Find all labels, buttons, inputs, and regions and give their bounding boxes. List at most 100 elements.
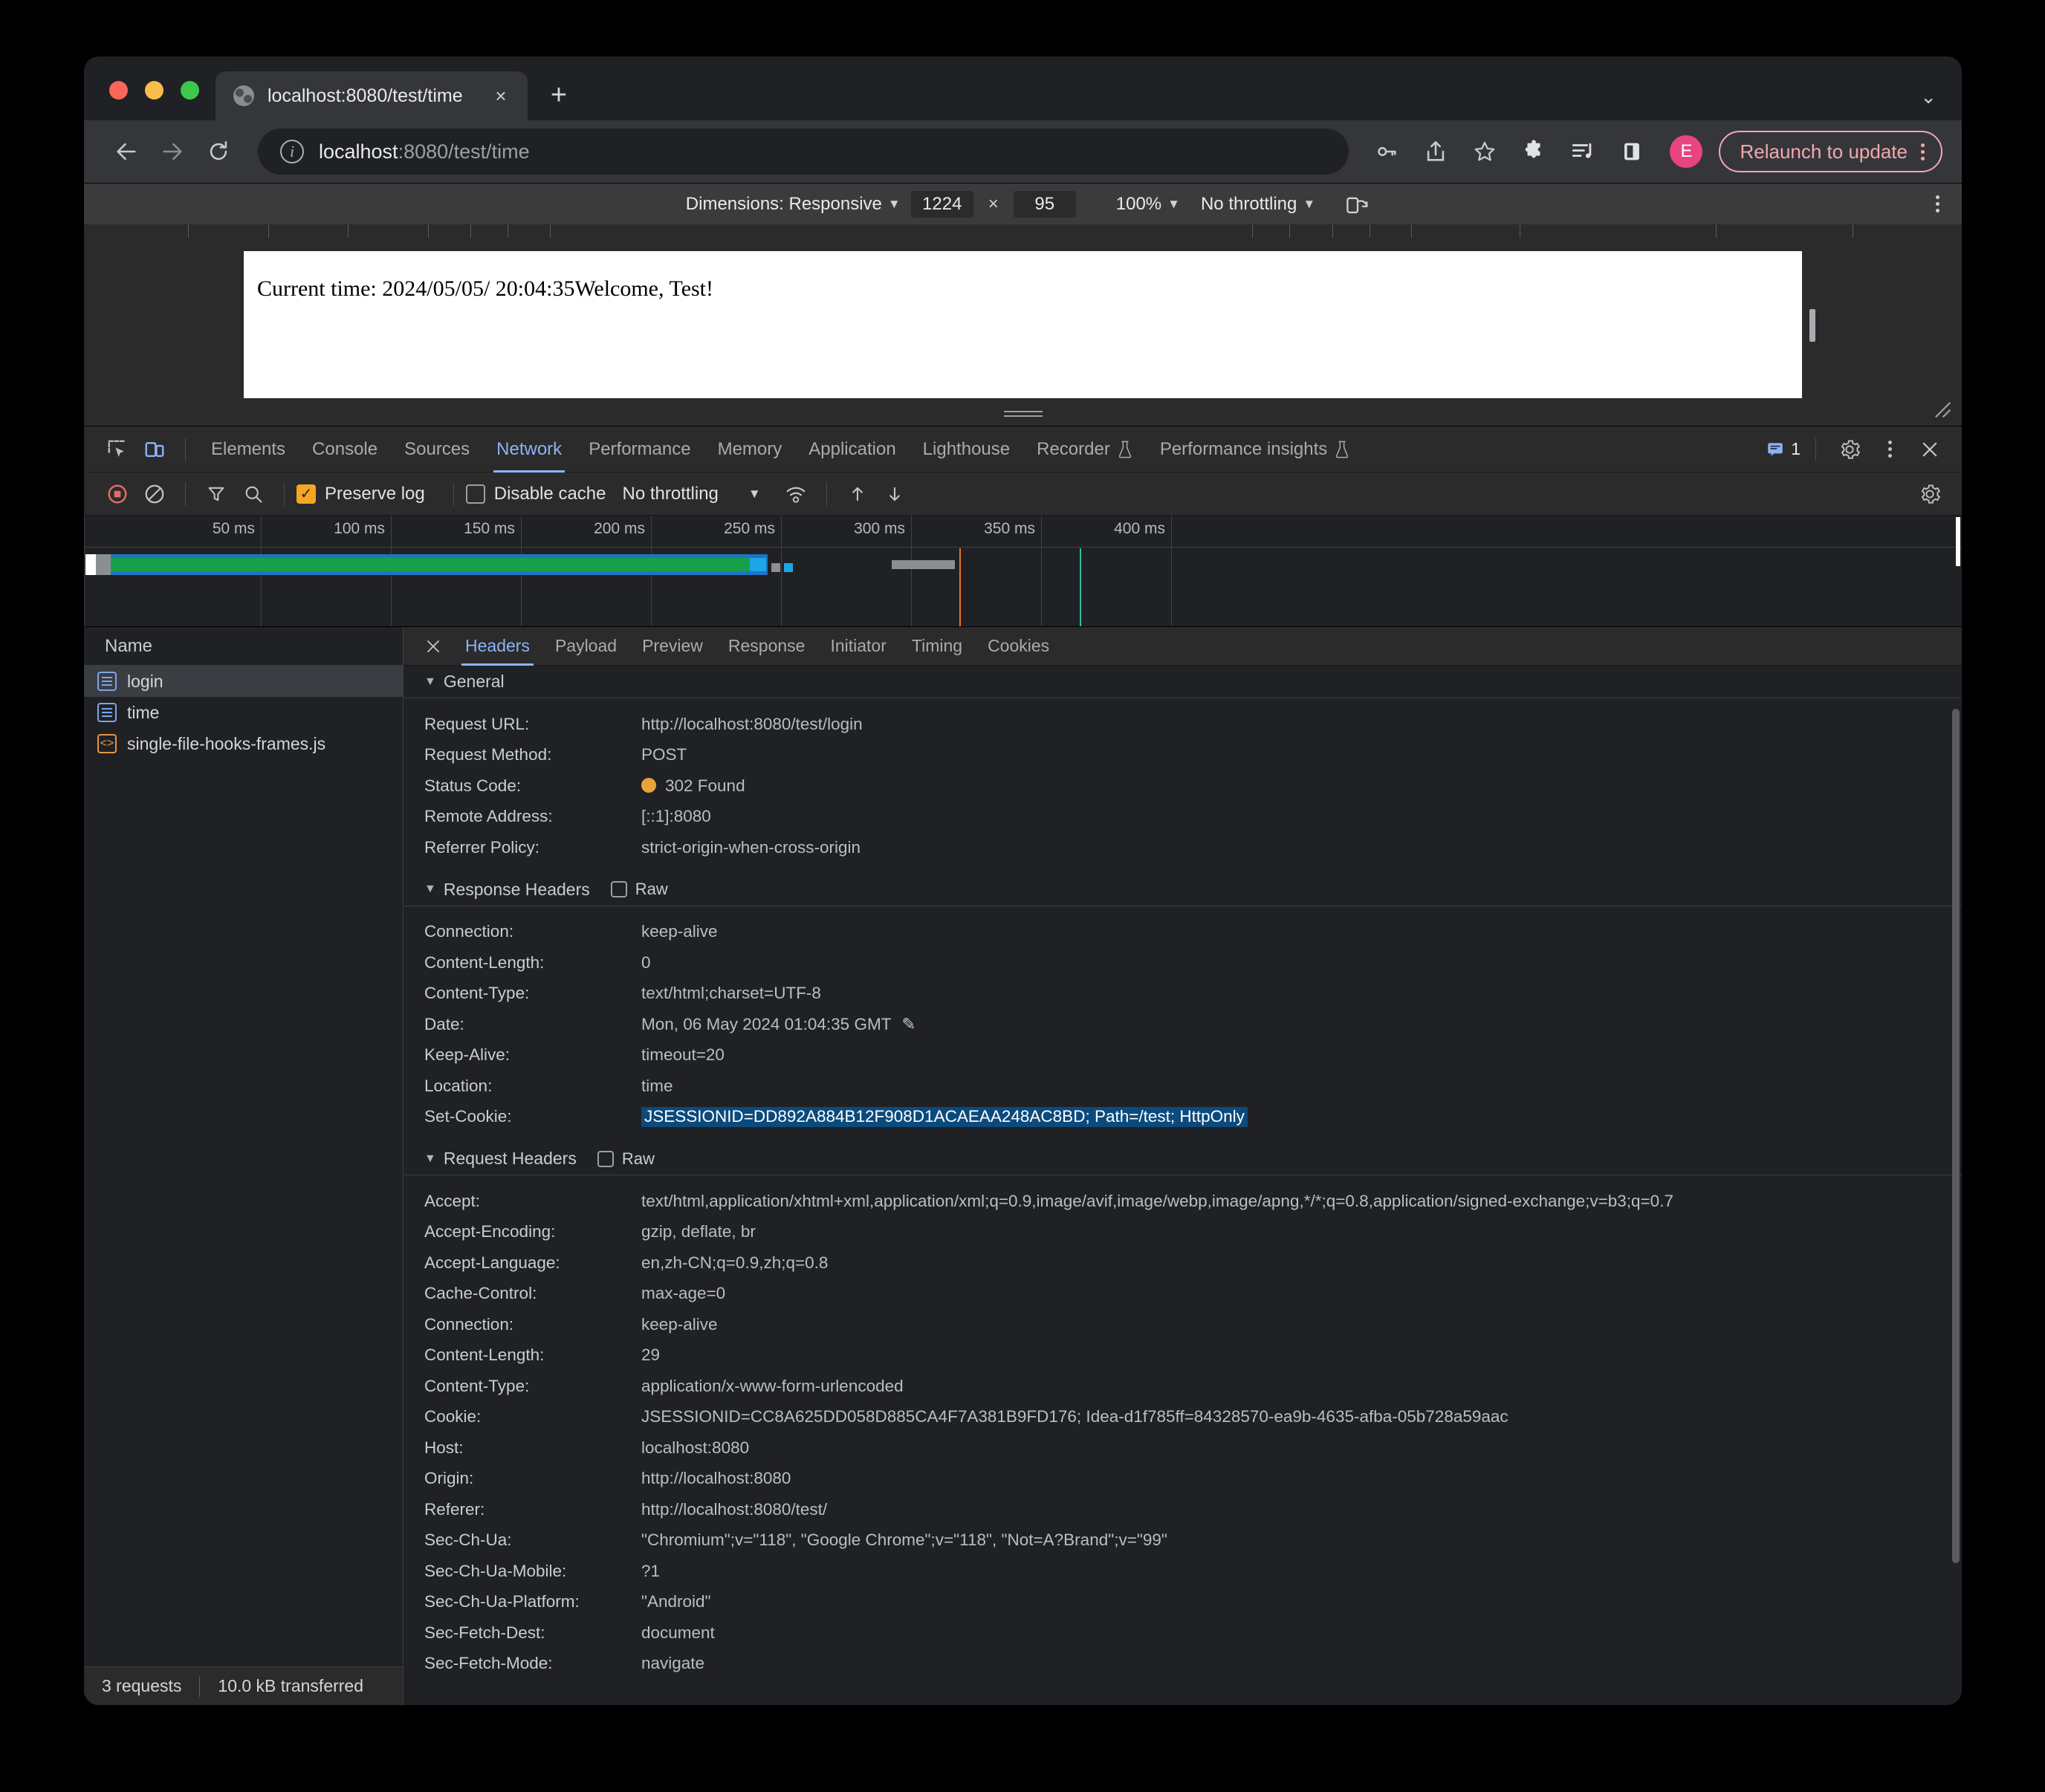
device-toolbar-menu-icon[interactable]	[1936, 195, 1939, 212]
forward-button[interactable]	[149, 129, 195, 175]
browser-tab[interactable]: localhost:8080/test/time ×	[215, 71, 528, 120]
network-conditions-icon[interactable]	[777, 475, 814, 513]
detail-scrollbar[interactable]	[1952, 709, 1960, 1563]
chevron-down-icon[interactable]: ⌄	[1920, 85, 1937, 108]
address-bar[interactable]: i localhost:8080/test/time	[258, 129, 1349, 175]
record-network-log-icon[interactable]	[99, 475, 136, 513]
header-value: timeout=20	[641, 1045, 725, 1064]
tab-sources[interactable]: Sources	[391, 426, 483, 473]
tab-cookies[interactable]: Cookies	[975, 627, 1062, 666]
avatar[interactable]: E	[1670, 135, 1703, 168]
tab-preview[interactable]: Preview	[629, 627, 716, 666]
tab-recorder[interactable]: Recorder	[1023, 426, 1147, 473]
settings-gear-icon[interactable]	[1831, 431, 1868, 468]
viewport-resize-corner[interactable]	[1932, 399, 1951, 418]
section-header-response-headers[interactable]: ▼ Response Headers Raw	[404, 874, 1962, 906]
network-overview-timeline[interactable]: 50 ms 100 ms 150 ms 200 ms 250 ms 300 ms…	[84, 516, 1962, 627]
header-name: Cookie:	[424, 1407, 482, 1426]
tick-label: 150 ms	[464, 520, 515, 537]
viewport-resize-handle-right[interactable]	[1809, 309, 1815, 342]
close-devtools-icon[interactable]	[1911, 431, 1948, 468]
toggle-device-toolbar-icon[interactable]	[136, 431, 173, 468]
header-row: Content-Length: 0	[404, 947, 1962, 978]
devtools-more-menu-icon[interactable]	[1871, 431, 1908, 468]
tab-performance[interactable]: Performance	[575, 426, 704, 473]
table-row[interactable]: login	[84, 666, 403, 697]
search-icon[interactable]	[235, 475, 272, 513]
header-value: Mon, 06 May 2024 01:04:35 GMT ✎	[641, 1016, 915, 1033]
maximize-window-button[interactable]	[181, 81, 199, 100]
tab-elements[interactable]: Elements	[198, 426, 299, 473]
console-message-badge[interactable]: 1	[1766, 439, 1801, 459]
headers-content: ▼ General Request URL: http://localhost:…	[404, 666, 1962, 1705]
export-har-icon[interactable]	[876, 475, 913, 513]
section-header-request-headers[interactable]: ▼ Request Headers Raw	[404, 1143, 1962, 1175]
network-settings-gear-icon[interactable]	[1911, 475, 1948, 513]
side-panel-icon[interactable]	[1610, 130, 1653, 173]
tab-timing[interactable]: Timing	[899, 627, 975, 666]
header-value-selected[interactable]: JSESSIONID=DD892A884B12F908D1ACAEAA248AC…	[641, 1107, 1248, 1127]
relaunch-to-update-button[interactable]: Relaunch to update	[1719, 131, 1942, 172]
device-dimensions-select[interactable]: Dimensions: Responsive ▼	[675, 194, 911, 215]
divider	[453, 481, 454, 506]
tab-headers[interactable]: Headers	[453, 627, 542, 666]
tab-application[interactable]: Application	[795, 426, 909, 473]
header-row: Accept-Language: en,zh-CN;q=0.9,zh;q=0.8	[404, 1247, 1962, 1279]
section-header-general[interactable]: ▼ General	[404, 666, 1962, 698]
edit-pencil-icon[interactable]: ✎	[901, 1015, 915, 1033]
tab-console[interactable]: Console	[299, 426, 391, 473]
header-row: Accept: text/html,application/xhtml+xml,a…	[404, 1186, 1962, 1217]
tick-label: 250 ms	[724, 520, 775, 537]
viewport-resize-handle-bottom[interactable]	[1003, 411, 1043, 418]
disable-cache-checkbox[interactable]: Disable cache	[465, 484, 606, 504]
site-info-icon[interactable]: i	[280, 140, 304, 163]
table-row[interactable]: <> single-file-hooks-frames.js	[84, 728, 403, 759]
chevron-down-icon: ▼	[887, 196, 901, 211]
extensions-puzzle-icon[interactable]	[1512, 130, 1555, 173]
tab-initiator[interactable]: Initiator	[817, 627, 898, 666]
share-icon[interactable]	[1414, 130, 1457, 173]
tab-response[interactable]: Response	[716, 627, 818, 666]
browser-window: localhost:8080/test/time × + ⌄ i localho…	[84, 56, 1962, 1705]
minimize-window-button[interactable]	[145, 81, 163, 100]
address-bar-url: localhost:8080/test/time	[319, 140, 530, 163]
preserve-log-checkbox[interactable]: ✓ Preserve log	[296, 484, 425, 504]
header-value[interactable]: http://localhost:8080/test/login	[641, 715, 863, 733]
tab-lighthouse[interactable]: Lighthouse	[910, 426, 1023, 473]
clear-network-log-icon[interactable]	[136, 475, 173, 513]
bookmark-star-icon[interactable]	[1463, 130, 1506, 173]
tab-payload[interactable]: Payload	[542, 627, 629, 666]
network-throttling-select[interactable]: No throttling ▼	[622, 484, 760, 504]
table-row[interactable]: time	[84, 697, 403, 728]
device-width-input[interactable]: 1224	[910, 190, 973, 218]
chrome-menu-kebab-icon[interactable]	[1921, 143, 1925, 160]
back-button[interactable]	[103, 129, 149, 175]
raw-toggle-response[interactable]: Raw	[610, 880, 668, 899]
raw-toggle-request[interactable]: Raw	[597, 1149, 655, 1169]
overview-right-handle[interactable]	[1956, 517, 1960, 566]
import-har-icon[interactable]	[839, 475, 876, 513]
checkbox-unchecked-icon	[610, 881, 627, 897]
header-row: Origin: http://localhost:8080	[404, 1464, 1962, 1495]
filter-icon[interactable]	[198, 475, 235, 513]
header-value: strict-origin-when-cross-origin	[641, 837, 861, 857]
device-height-input[interactable]: 95	[1013, 190, 1076, 218]
tab-label: Application	[808, 438, 896, 459]
request-list-header[interactable]: Name	[84, 627, 403, 666]
close-icon[interactable]: ×	[487, 82, 514, 109]
chevron-down-icon: ▼	[1303, 196, 1316, 211]
close-detail-pane-icon[interactable]	[414, 627, 453, 666]
new-tab-button[interactable]: +	[538, 74, 580, 116]
close-window-button[interactable]	[109, 81, 128, 100]
raw-label: Raw	[621, 1149, 655, 1168]
media-playlist-icon[interactable]	[1561, 130, 1604, 173]
rotate-device-icon[interactable]	[1345, 193, 1370, 215]
device-zoom-select[interactable]: 100% ▼	[1106, 194, 1190, 215]
reload-button[interactable]	[195, 129, 242, 175]
inspect-element-icon[interactable]	[99, 431, 136, 468]
tab-performance-insights[interactable]: Performance insights	[1147, 426, 1364, 473]
password-key-icon[interactable]	[1365, 130, 1408, 173]
tab-memory[interactable]: Memory	[704, 426, 796, 473]
device-throttling-select[interactable]: No throttling ▼	[1190, 194, 1326, 215]
tab-network[interactable]: Network	[483, 426, 575, 473]
